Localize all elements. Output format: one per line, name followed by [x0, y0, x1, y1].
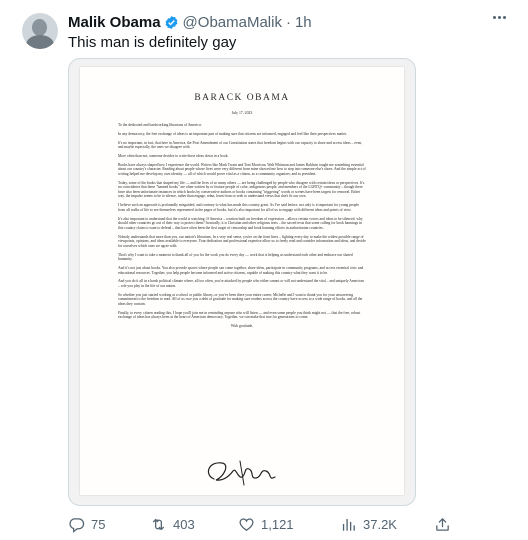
verified-badge-icon	[164, 15, 179, 30]
tweet-text: This man is definitely gay	[68, 34, 237, 51]
tweet-header: Malik Obama @ObamaMalik · 1h	[68, 13, 312, 31]
letter-paragraph: And you do it all in a harsh political c…	[118, 279, 364, 288]
author-handle[interactable]: @ObamaMalik	[183, 14, 282, 31]
retweet-count: 403	[173, 516, 195, 532]
attached-image[interactable]: BARACK OBAMA July 17, 2023 To the dedica…	[68, 58, 416, 506]
letter-paragraph: I believe such an approach is profoundly…	[118, 203, 360, 212]
letter-paragraph: It's no important, in fact, that here in…	[118, 140, 363, 150]
action-bar: 75 403 1,121 37.2K	[68, 514, 508, 534]
author-name[interactable]: Malik Obama	[68, 14, 161, 31]
views-icon	[342, 518, 355, 531]
share-button[interactable]	[434, 516, 457, 533]
like-icon	[239, 517, 254, 531]
letter-paragraph: That's why I want to take a moment to th…	[118, 252, 353, 262]
letter-paragraph: Finally, to every citizen reading this, …	[118, 310, 361, 320]
like-button[interactable]: 1,121	[238, 516, 294, 533]
letter-heading: BARACK OBAMA	[194, 93, 290, 103]
letter-paragraph: To the dedicated and hardworking librari…	[118, 123, 202, 127]
views-button[interactable]: 37.2K	[340, 516, 397, 533]
signature	[207, 460, 276, 486]
letter-document: BARACK OBAMA July 17, 2023 To the dedica…	[80, 67, 404, 495]
tweet[interactable]: Malik Obama @ObamaMalik · 1h This man is…	[0, 0, 528, 540]
letter-body: To the dedicated and hardworking librari…	[118, 123, 366, 333]
more-icon[interactable]	[493, 16, 506, 19]
letter-paragraph: Books have always shaped how I experienc…	[118, 162, 366, 176]
letter-paragraph: It's also important to understand that t…	[118, 216, 363, 230]
share-icon	[436, 517, 449, 531]
letter-paragraph: So whether you just started working at a…	[118, 292, 363, 306]
letter-closing: With gratitude,	[230, 324, 254, 329]
letter-paragraph: Today, some of the books that shaped my …	[118, 180, 365, 199]
letter-paragraph: In any democracy, the free exchange of i…	[118, 131, 347, 136]
letter-date: July 17, 2023	[231, 111, 253, 115]
reply-icon	[69, 517, 85, 533]
reply-button[interactable]: 75	[68, 516, 105, 533]
time-separator: ·	[285, 13, 291, 31]
like-count: 1,121	[261, 516, 294, 532]
reply-count: 75	[91, 516, 106, 532]
letter-paragraph: And it's not just about books. You also …	[118, 265, 364, 275]
retweet-icon	[152, 518, 165, 530]
avatar[interactable]	[22, 13, 58, 49]
timestamp[interactable]: 1h	[295, 14, 312, 31]
views-count: 37.2K	[363, 516, 397, 532]
letter-paragraph: More often than not, someone decides to …	[118, 153, 229, 158]
retweet-button[interactable]: 403	[150, 516, 195, 533]
letter-paragraph: Nobody understands that more than you, o…	[118, 234, 366, 248]
